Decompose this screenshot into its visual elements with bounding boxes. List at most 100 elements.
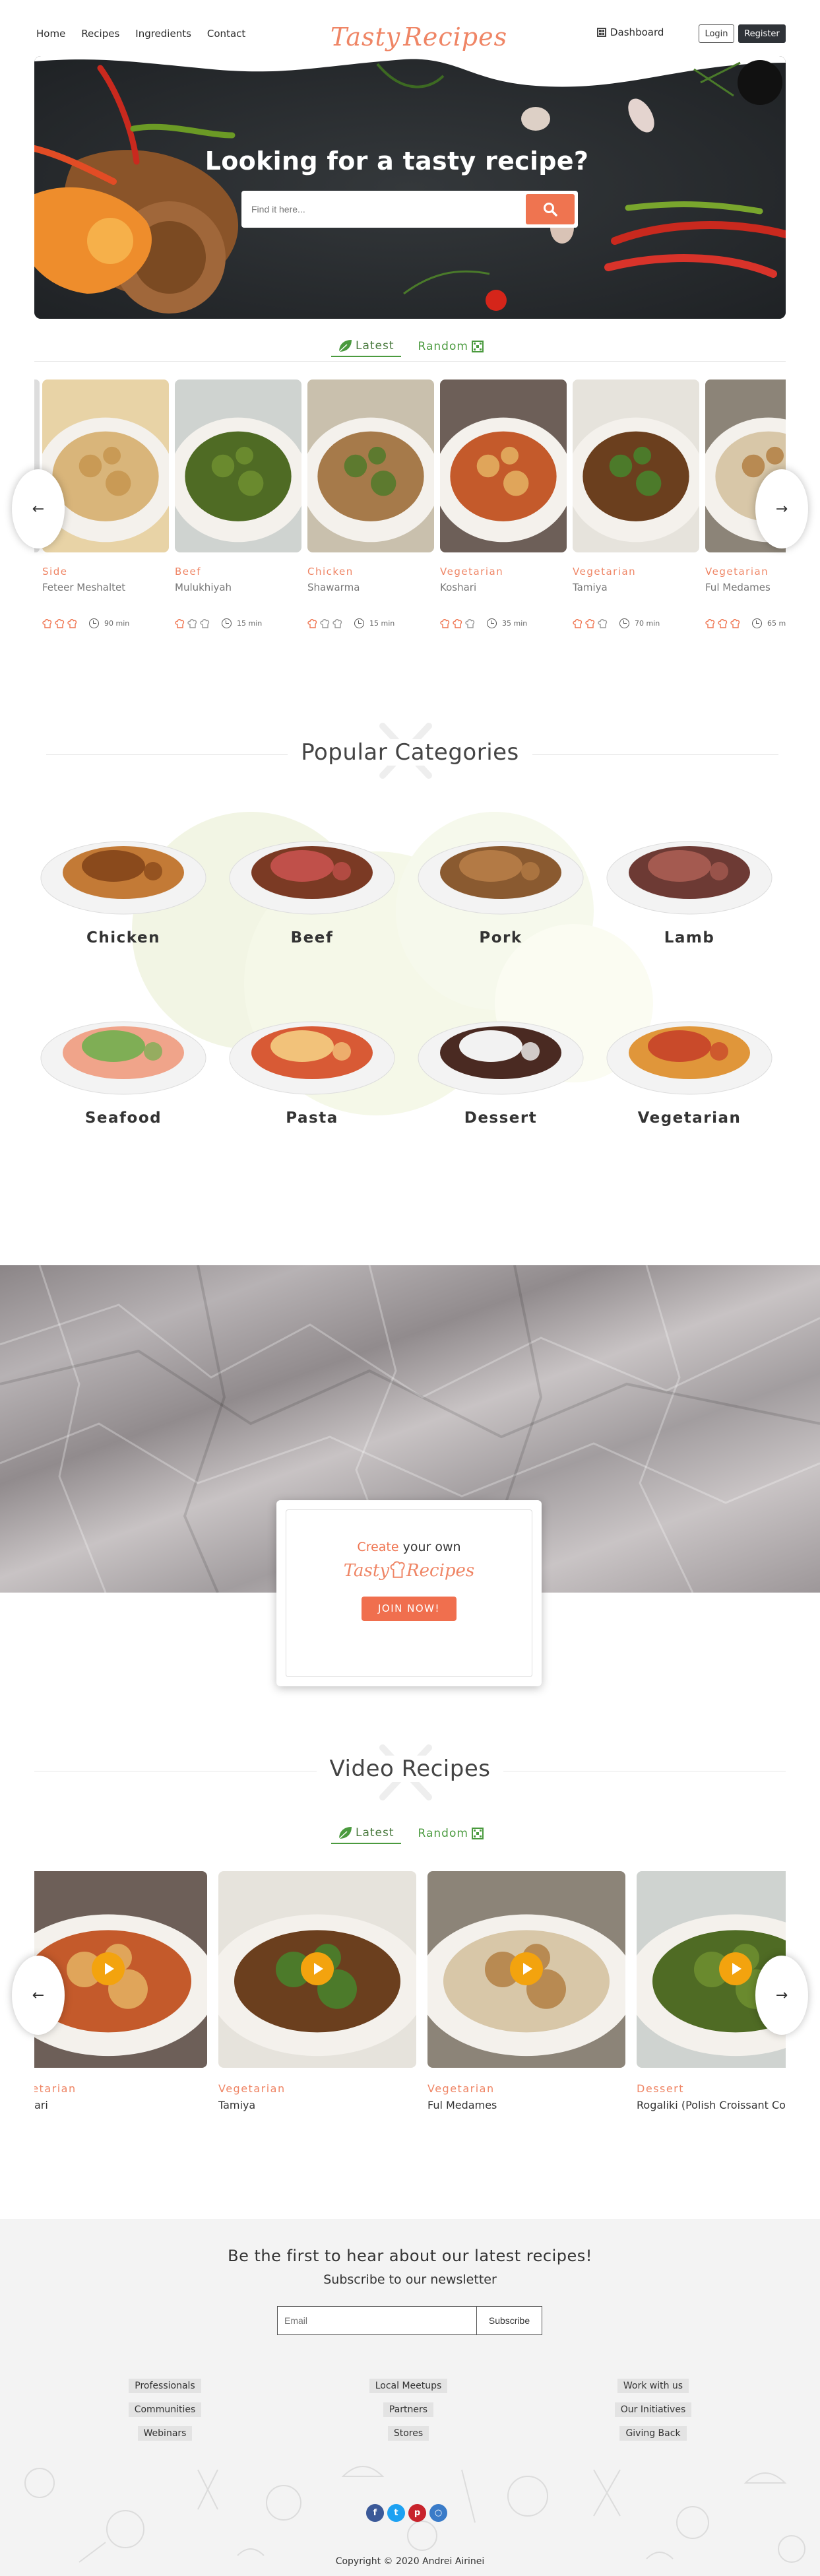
tab-random[interactable]: Random (412, 337, 490, 356)
footer-link[interactable]: Communities (128, 2402, 202, 2417)
subscribe-button[interactable]: Subscribe (476, 2306, 542, 2335)
category-item[interactable]: Beef (226, 812, 398, 946)
carousel-next-button[interactable]: → (755, 469, 808, 548)
instagram-icon[interactable]: ○ (429, 2504, 447, 2522)
recipe-photo (175, 380, 301, 552)
footer-link[interactable]: Webinars (137, 2426, 193, 2441)
category-label: Seafood (84, 1109, 162, 1127)
video-category: Vegetarian (218, 2082, 286, 2095)
category-item[interactable]: Pork (415, 812, 586, 946)
recipe-card[interactable]: Beef Mulukhiyah 15 min (175, 380, 301, 628)
play-icon[interactable] (719, 1952, 752, 1985)
video-category: Dessert (637, 2082, 685, 2095)
nav-contact[interactable]: Contact (207, 28, 245, 40)
recipe-photo (440, 380, 567, 552)
recipe-category: Vegetarian (573, 566, 637, 578)
video-tab-random-label: Random (418, 1827, 468, 1840)
recipe-card[interactable]: Chicken Shawarma 15 min (307, 380, 434, 628)
nav-home[interactable]: Home (36, 28, 65, 40)
chef-hat-icon (440, 618, 450, 628)
recipe-card[interactable]: Vegetarian Tamiya 70 min (573, 380, 699, 628)
recipe-name: Tamiya (573, 581, 608, 593)
social-links: f t p ○ (366, 2504, 447, 2522)
video-tab-latest[interactable]: Latest (331, 1823, 401, 1844)
footer-link[interactable]: Work with us (617, 2379, 689, 2393)
video-card[interactable]: Vegetarian Ful Medames (427, 1871, 625, 2111)
hero-search (241, 191, 578, 228)
footer-link[interactable]: Stores (387, 2426, 429, 2441)
chef-hat-icon (187, 618, 197, 628)
leaf-icon (338, 1827, 352, 1839)
footer-link[interactable]: Professionals (129, 2379, 201, 2393)
clock-icon (752, 618, 762, 628)
nav-recipes[interactable]: Recipes (81, 28, 119, 40)
video-prev-button[interactable]: ← (12, 1956, 65, 2035)
chef-hat-icon (175, 618, 185, 628)
recipe-time: 70 min (635, 619, 660, 628)
play-icon[interactable] (301, 1952, 334, 1985)
footer-col-3: Work with us Our Initiatives Giving Back (594, 2379, 712, 2441)
video-name: Koshari (34, 2099, 48, 2111)
recipe-photo-art (440, 380, 567, 552)
dashboard-icon (597, 28, 606, 37)
category-item[interactable]: Pasta (226, 992, 398, 1127)
newsletter-subheading: Subscribe to our newsletter (323, 2272, 497, 2287)
site-logo[interactable]: Tasty Recipes (331, 13, 507, 61)
clock-icon (487, 618, 497, 628)
play-icon[interactable] (510, 1952, 543, 1985)
carousel-prev-button[interactable]: ← (12, 469, 65, 548)
chef-hat-icon (67, 618, 77, 628)
leaf-icon (338, 340, 352, 352)
create-card: Create your own Tasty Recipes JOIN NOW! (276, 1500, 542, 1686)
category-dish-image (229, 841, 395, 915)
footer-link[interactable]: Local Meetups (369, 2379, 448, 2393)
arrow-left-icon: ← (32, 1987, 45, 2004)
arrow-left-icon: ← (32, 500, 45, 517)
video-carousel: VegetarianKoshariVegetarianTamiyaVegetar… (34, 1871, 786, 2122)
twitter-icon[interactable]: t (387, 2504, 405, 2522)
recipe-time: 35 min (502, 619, 528, 628)
recipe-name: Shawarma (307, 581, 360, 593)
email-field[interactable] (277, 2306, 476, 2335)
tab-latest[interactable]: Latest (331, 336, 401, 357)
recipe-name: Ful Medames (705, 581, 771, 593)
footer-link[interactable]: Our Initiatives (614, 2402, 692, 2417)
category-item[interactable]: Chicken (38, 812, 209, 946)
play-icon[interactable] (92, 1952, 125, 1985)
video-next-button[interactable]: → (755, 1956, 808, 2035)
divider (34, 361, 786, 362)
logo-text-left: Tasty (330, 22, 401, 51)
recipe-card[interactable]: Vegetarian Koshari 35 min (440, 380, 567, 628)
category-dish-image (40, 1021, 206, 1095)
category-item[interactable]: Seafood (38, 992, 209, 1127)
category-item[interactable]: Lamb (604, 812, 775, 946)
search-button[interactable] (526, 194, 575, 224)
footer-link[interactable]: Partners (383, 2402, 434, 2417)
category-dish-image (418, 1021, 584, 1095)
footer-link[interactable]: Giving Back (619, 2426, 687, 2441)
video-name: Ful Medames (427, 2099, 497, 2111)
recipe-meta: 35 min (440, 618, 567, 628)
facebook-icon[interactable]: f (366, 2504, 384, 2522)
video-tab-latest-label: Latest (356, 1826, 394, 1839)
video-card[interactable]: Vegetarian Tamiya (218, 1871, 416, 2111)
category-item[interactable]: Vegetarian (604, 992, 775, 1127)
video-category: Vegetarian (34, 2082, 77, 2095)
dashboard-link[interactable]: Dashboard (597, 26, 664, 38)
video-tab-random[interactable]: Random (412, 1824, 490, 1843)
login-button[interactable]: Login (699, 24, 734, 43)
chef-hat-icon (200, 618, 210, 628)
join-now-button[interactable]: JOIN NOW! (362, 1597, 457, 1621)
search-input[interactable] (241, 191, 526, 228)
main-nav: Home Recipes Ingredients Contact (36, 28, 245, 40)
footer-col-1: Professionals Communities Webinars (106, 2379, 224, 2441)
pinterest-icon[interactable]: p (408, 2504, 426, 2522)
category-dish-image (40, 841, 206, 915)
footer-col-2: Local Meetups Partners Stores (349, 2379, 468, 2441)
register-button[interactable]: Register (738, 24, 786, 43)
recipe-photo (307, 380, 434, 552)
search-icon (544, 203, 557, 216)
nav-ingredients[interactable]: Ingredients (135, 28, 191, 40)
category-item[interactable]: Dessert (415, 992, 586, 1127)
create-headline: Create your own (286, 1540, 532, 1554)
